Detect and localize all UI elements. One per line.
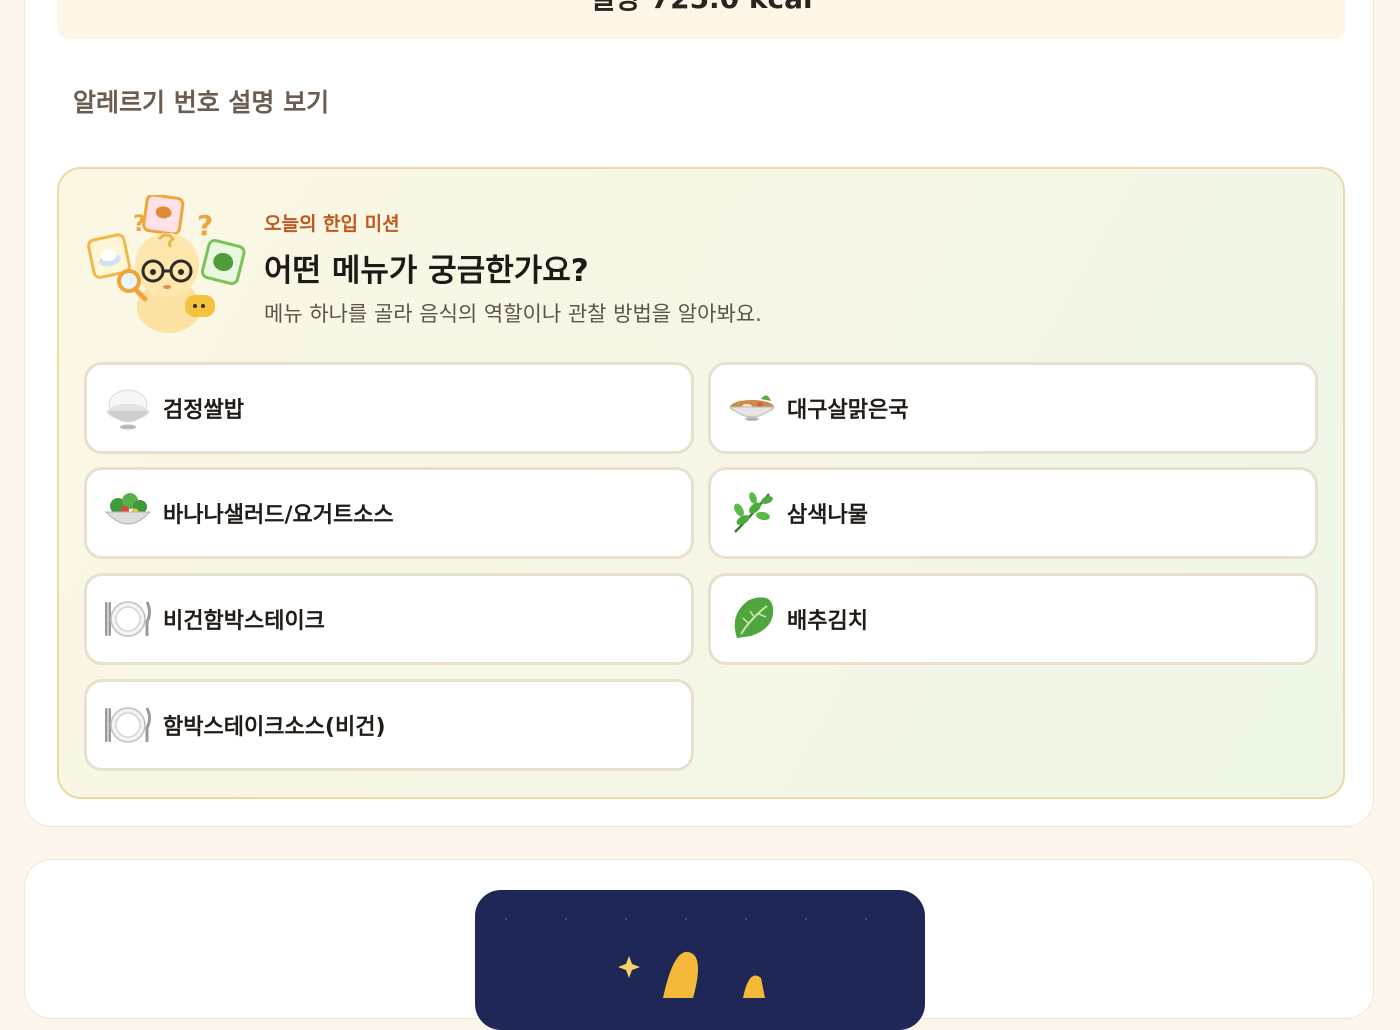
menu-button-banana-salad[interactable]: 바나나샐러드/요거트소스: [84, 467, 694, 559]
meal-card: 열량 725.0 kcal 알레르기 번호 설명 보기: [24, 0, 1374, 827]
star-dot: [865, 918, 867, 920]
soup-bowl-icon: [727, 383, 777, 433]
star-dot: [625, 918, 627, 920]
plate-cutlery-icon: [103, 700, 153, 750]
menu-label: 바나나샐러드/요거트소스: [163, 503, 394, 528]
mission-description: 메뉴 하나를 골라 음식의 역할이나 관찰 방법을 알아봐요.: [264, 302, 762, 326]
star-dot: [685, 918, 687, 920]
next-card: [24, 859, 1374, 1030]
calorie-summary-text: 열량 725.0 kcal: [57, 0, 1345, 15]
menu-label: 검정쌀밥: [163, 398, 244, 423]
plate-cutlery-icon: [103, 594, 153, 644]
svg-text:?: ?: [133, 212, 146, 237]
star-dot: [805, 918, 807, 920]
sparkle-icon: [618, 951, 765, 998]
menu-button-black-rice[interactable]: 검정쌀밥: [84, 362, 694, 454]
mascot-icon: ? ?: [85, 193, 247, 339]
menu-button-vegan-hamburg[interactable]: 비건함박스테이크: [84, 573, 694, 665]
mission-panel: ? ? 오늘의 한입 미션 어떤 메뉴가 궁금한가요? 메뉴 하나를 골라 음식…: [57, 167, 1345, 799]
menu-button-kimchi[interactable]: 배추김치: [708, 573, 1318, 665]
mission-kicker: 오늘의 한입 미션: [264, 213, 400, 235]
mission-title: 어떤 메뉴가 궁금한가요?: [264, 253, 589, 289]
star-dot: [505, 918, 507, 920]
night-banner: [475, 890, 925, 1030]
star-dot: [745, 918, 747, 920]
calorie-summary: 열량 725.0 kcal: [57, 0, 1345, 39]
allergy-info-link[interactable]: 알레르기 번호 설명 보기: [73, 83, 329, 119]
menu-button-hamburg-sauce[interactable]: 함박스테이크소스(비건): [84, 679, 694, 771]
leafy-green-icon: [727, 594, 777, 644]
menu-label: 함박스테이크소스(비건): [163, 715, 386, 740]
menu-button-namul[interactable]: 삼색나물: [708, 467, 1318, 559]
menu-label: 비건함박스테이크: [163, 609, 325, 634]
rice-bowl-icon: [103, 383, 153, 433]
menu-label: 배추김치: [787, 609, 868, 634]
salad-icon: [103, 488, 153, 538]
menu-button-cod-soup[interactable]: 대구살맑은국: [708, 362, 1318, 454]
menu-label: 삼색나물: [787, 503, 868, 528]
svg-text:?: ?: [197, 209, 213, 242]
herb-icon: [727, 488, 777, 538]
menu-label: 대구살맑은국: [787, 398, 909, 423]
star-dot: [565, 918, 567, 920]
